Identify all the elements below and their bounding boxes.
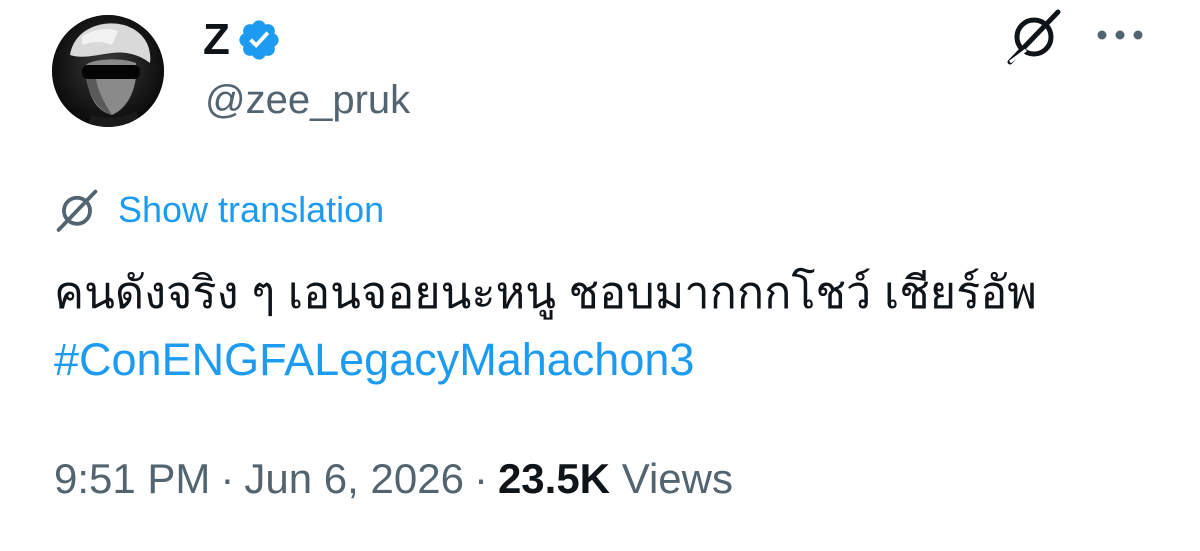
meta-separator: · (220, 455, 235, 502)
verified-badge-icon (239, 20, 280, 60)
avatar[interactable] (52, 15, 164, 127)
author-handle[interactable]: @zee_pruk (205, 76, 410, 124)
views-count[interactable]: 23.5K (498, 455, 610, 502)
tweet-date[interactable]: Jun 6, 2026 (244, 455, 464, 502)
tweet-time[interactable]: 9:51 PM (54, 455, 210, 502)
meta-separator: · (473, 455, 488, 502)
tweet-meta: 9:51 PM · Jun 6, 2026 · 23.5K Views (54, 453, 733, 505)
tweet-text: คนดังจริง ๆ เอนจอยนะหนู ชอบมากกกโชว์ เชี… (54, 267, 1037, 318)
show-translation-button[interactable]: Show translation (54, 187, 384, 233)
views-label[interactable]: Views (622, 455, 733, 502)
author-display-name[interactable]: Z (203, 14, 230, 66)
author-name-row[interactable]: Z (203, 14, 282, 66)
avatar-image (52, 15, 164, 127)
hashtag-link[interactable]: #ConENGFALegacyMahachon3 (54, 330, 694, 390)
tweet-card: Z @zee_pruk Show translation คนดังจริง ๆ (0, 0, 1200, 551)
grok-icon (1007, 9, 1061, 65)
grok-icon (56, 189, 98, 232)
more-horizontal-icon (1097, 30, 1143, 40)
grok-button[interactable] (1004, 6, 1064, 66)
show-translation-label[interactable]: Show translation (118, 187, 384, 233)
more-options-button[interactable] (1094, 22, 1146, 48)
